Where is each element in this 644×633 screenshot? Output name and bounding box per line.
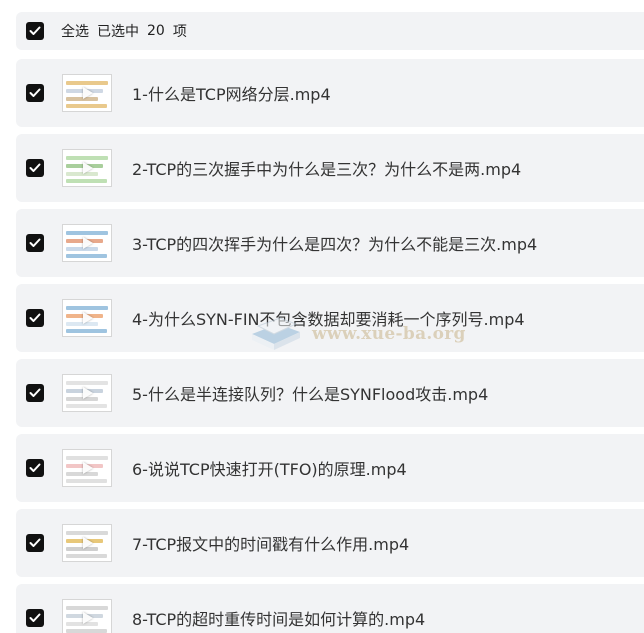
play-icon — [83, 312, 93, 324]
selection-summary: 全选 已选中 20 项 — [61, 21, 195, 41]
selected-label: 已选中 — [97, 24, 139, 40]
play-icon — [83, 387, 93, 399]
item-checkbox[interactable] — [26, 609, 44, 627]
select-all-bar: 全选 已选中 20 项 — [16, 12, 644, 50]
play-icon — [83, 462, 93, 474]
play-icon — [83, 162, 93, 174]
list-item[interactable]: 1-什么是TCP网络分层.mp4 — [16, 59, 644, 127]
video-thumbnail[interactable] — [62, 299, 112, 337]
item-checkbox[interactable] — [26, 384, 44, 402]
unit-label: 项 — [172, 24, 187, 40]
checkmark-icon — [29, 88, 41, 97]
video-thumbnail[interactable] — [62, 524, 112, 562]
select-all-checkbox[interactable] — [26, 22, 44, 40]
item-checkbox[interactable] — [26, 534, 44, 552]
file-name: 3-TCP的四次挥手为什么是四次？为什么不能是三次.mp4 — [132, 235, 538, 254]
checkmark-icon — [29, 388, 41, 397]
selected-count: 20 — [147, 23, 165, 39]
checkmark-icon — [29, 538, 41, 547]
checkmark-icon — [29, 463, 41, 472]
file-name: 5-什么是半连接队列？什么是SYNFlood攻击.mp4 — [132, 385, 489, 404]
list-item[interactable]: 6-说说TCP快速打开(TFO)的原理.mp4 — [16, 434, 644, 502]
select-all-label[interactable]: 全选 — [61, 21, 89, 41]
video-thumbnail[interactable] — [62, 374, 112, 412]
item-checkbox[interactable] — [26, 159, 44, 177]
file-name: 4-为什么SYN-FIN不包含数据却要消耗一个序列号.mp4 — [132, 310, 525, 329]
video-thumbnail[interactable] — [62, 599, 112, 633]
file-name: 6-说说TCP快速打开(TFO)的原理.mp4 — [132, 460, 407, 479]
play-icon — [83, 537, 93, 549]
video-thumbnail[interactable] — [62, 224, 112, 262]
play-icon — [83, 237, 93, 249]
checkmark-icon — [29, 313, 41, 322]
file-list: 1-什么是TCP网络分层.mp4 2-TCP的三次握手中为什么是三次？为什么不是两… — [16, 59, 644, 633]
play-icon — [83, 612, 93, 624]
list-item[interactable]: 4-为什么SYN-FIN不包含数据却要消耗一个序列号.mp4 — [16, 284, 644, 352]
video-thumbnail[interactable] — [62, 449, 112, 487]
checkmark-icon — [29, 238, 41, 247]
item-checkbox[interactable] — [26, 234, 44, 252]
file-name: 1-什么是TCP网络分层.mp4 — [132, 85, 331, 104]
file-name: 8-TCP的超时重传时间是如何计算的.mp4 — [132, 610, 426, 629]
item-checkbox[interactable] — [26, 309, 44, 327]
file-name: 7-TCP报文中的时间戳有什么作用.mp4 — [132, 535, 410, 554]
checkmark-icon — [29, 163, 41, 172]
file-name: 2-TCP的三次握手中为什么是三次？为什么不是两.mp4 — [132, 160, 522, 179]
list-item[interactable]: 8-TCP的超时重传时间是如何计算的.mp4 — [16, 584, 644, 633]
video-thumbnail[interactable] — [62, 74, 112, 112]
list-item[interactable]: 5-什么是半连接队列？什么是SYNFlood攻击.mp4 — [16, 359, 644, 427]
item-checkbox[interactable] — [26, 459, 44, 477]
checkmark-icon — [29, 613, 41, 622]
play-icon — [83, 87, 93, 99]
list-item[interactable]: 7-TCP报文中的时间戳有什么作用.mp4 — [16, 509, 644, 577]
list-item[interactable]: 2-TCP的三次握手中为什么是三次？为什么不是两.mp4 — [16, 134, 644, 202]
item-checkbox[interactable] — [26, 84, 44, 102]
video-thumbnail[interactable] — [62, 149, 112, 187]
list-item[interactable]: 3-TCP的四次挥手为什么是四次？为什么不能是三次.mp4 — [16, 209, 644, 277]
checkmark-icon — [29, 26, 41, 35]
file-selection-page: 全选 已选中 20 项 1-什么是TCP网络分层.mp4 2-TCP的三次握手中为… — [0, 0, 644, 633]
